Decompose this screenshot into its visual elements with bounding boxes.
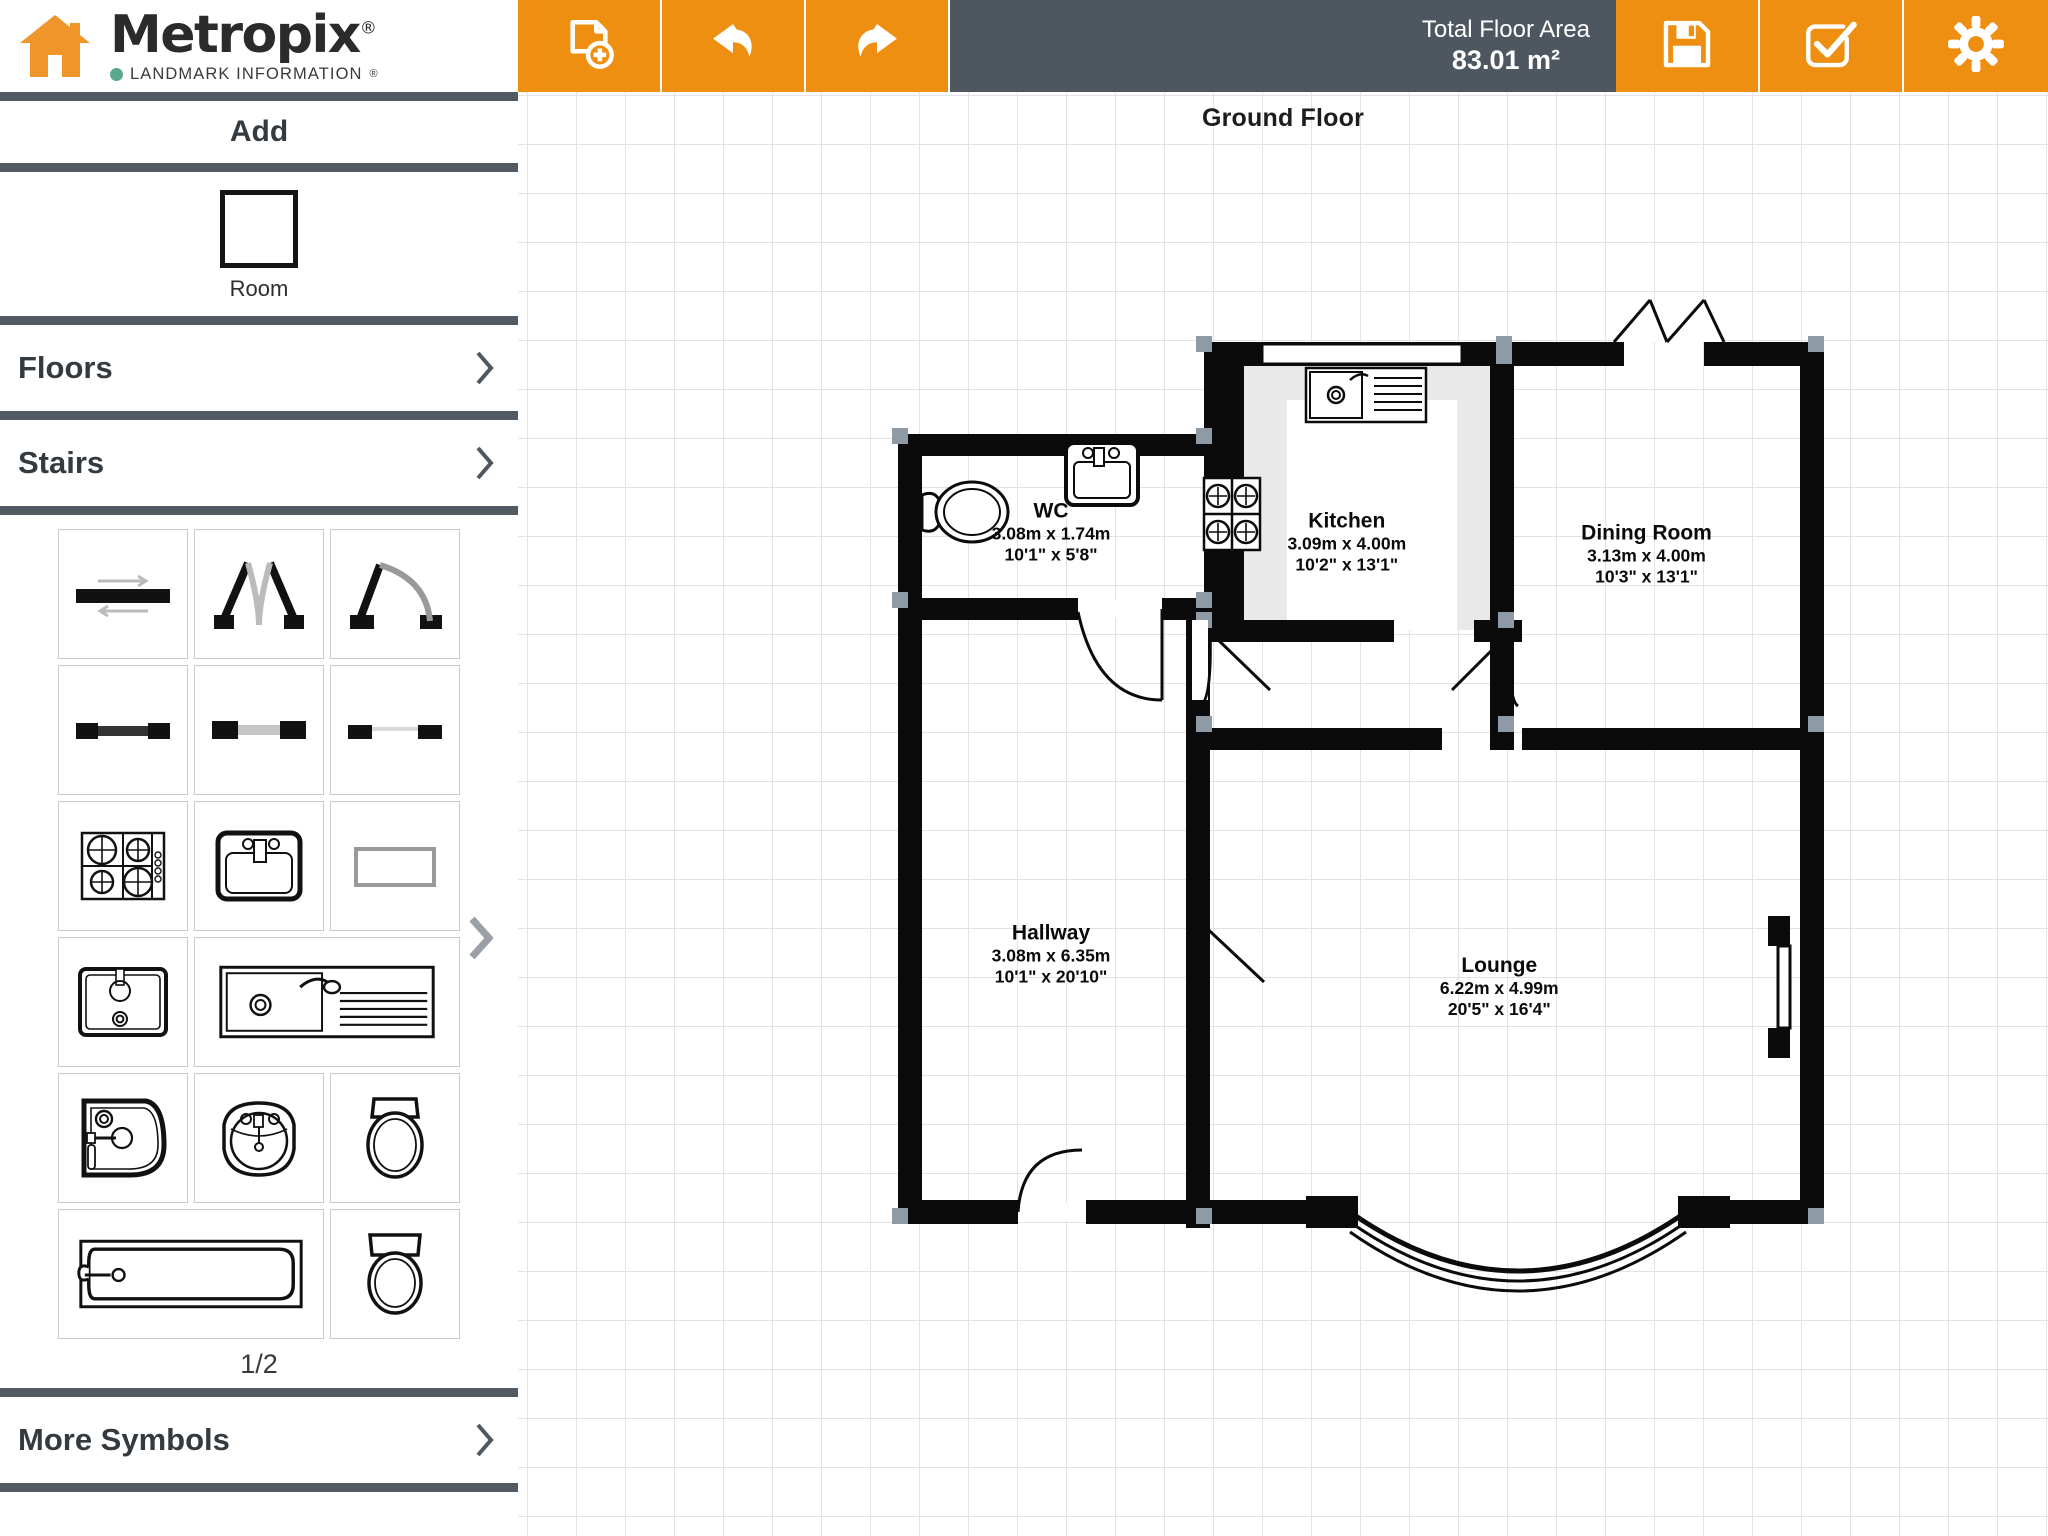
symbol-hob-cooker[interactable] (58, 801, 188, 931)
room-tool[interactable]: Room (0, 172, 518, 316)
symbol-toilet[interactable] (330, 1073, 460, 1203)
chevron-right-icon (476, 1423, 494, 1457)
floor-area-value: 83.01 m² (1451, 45, 1560, 76)
landmark-dot-icon (110, 67, 123, 81)
symbol-double-door[interactable] (194, 529, 324, 659)
undo-button[interactable] (662, 0, 806, 92)
room-name: Hallway (1012, 921, 1091, 944)
sidebar-item-floors[interactable]: Floors (0, 325, 518, 411)
done-button[interactable] (1760, 0, 1904, 92)
room-dimensions-metric: 3.08m x 6.35m (992, 945, 1111, 965)
undo-arrow-icon (704, 15, 762, 78)
room-name: Kitchen (1308, 510, 1385, 533)
redo-button[interactable] (806, 0, 950, 92)
symbol-bath[interactable] (58, 1209, 324, 1339)
room-dimensions-imperial: 20'5" x 16'4" (1448, 999, 1551, 1019)
symbol-shower-tray[interactable] (58, 937, 188, 1067)
palette-page-indicator: 1/2 (0, 1339, 518, 1388)
symbol-toilet-wc[interactable] (330, 1209, 460, 1339)
floor-area-panel: Total Floor Area 83.01 m² (950, 0, 1616, 92)
symbol-corner-shower[interactable] (58, 1073, 188, 1203)
symbol-table[interactable] (330, 801, 460, 931)
divider (0, 316, 518, 325)
divider (0, 1388, 518, 1397)
divider (0, 1483, 518, 1492)
symbol-sliding-door[interactable] (58, 529, 188, 659)
palette-next-page-button[interactable] (468, 915, 494, 961)
canvas-column: Total Floor Area 83.01 m² Ground Floor W… (518, 0, 2048, 1536)
floorplan-canvas[interactable]: Ground Floor WC 3.08m x 1.74m 10'1" x 5'… (518, 92, 2048, 1536)
brand-tagline: LANDMARK INFORMATION ® (110, 65, 379, 84)
symbol-window[interactable] (194, 665, 324, 795)
sidebar-item-floors-label: Floors (18, 350, 113, 385)
redo-arrow-icon (848, 15, 906, 78)
new-document-icon (560, 15, 618, 78)
symbol-palette (0, 515, 518, 1339)
gear-icon (1948, 15, 2004, 77)
room-square-icon[interactable] (220, 190, 298, 268)
divider (0, 506, 518, 515)
brand-header: Metropix® LANDMARK INFORMATION ® (0, 0, 518, 92)
door-swings (1016, 600, 1520, 1221)
symbol-sink[interactable] (194, 801, 324, 931)
room-dimensions-metric: 3.09m x 4.00m (1287, 534, 1406, 554)
top-toolbar: Total Floor Area 83.01 m² (518, 0, 2048, 92)
save-button[interactable] (1616, 0, 1760, 92)
room-dimensions-metric: 3.13m x 4.00m (1587, 545, 1706, 565)
divider (0, 92, 518, 101)
room-dimensions-imperial: 10'3" x 13'1" (1595, 566, 1698, 586)
symbol-wall-segment[interactable] (58, 665, 188, 795)
hob-fixture (1202, 476, 1262, 552)
symbol-opening[interactable] (330, 665, 460, 795)
room-tool-label: Room (229, 276, 289, 301)
room-dimensions-metric: 3.08m x 1.74m (992, 523, 1111, 543)
room-label[interactable]: Dining Room3.13m x 4.00m10'3" x 13'1" (1581, 521, 1712, 586)
bay-window (1348, 1209, 1688, 1293)
chevron-right-icon (476, 446, 494, 480)
kitchen-sink-fixture (1304, 366, 1428, 424)
room-label[interactable]: Hallway3.08m x 6.35m10'1" x 20'10" (992, 921, 1111, 986)
toolbar-right-group (1616, 0, 2048, 92)
sidebar-item-more-symbols-label: More Symbols (18, 1422, 230, 1457)
floor-area-label: Total Floor Area (1421, 15, 1590, 43)
checkbox-tick-icon (1803, 16, 1859, 77)
room-name: Lounge (1461, 954, 1537, 977)
brand-text: Metropix® LANDMARK INFORMATION ® (110, 8, 379, 84)
room-dimensions-imperial: 10'1" x 5'8" (1005, 544, 1098, 564)
symbol-kitchen-sink-drainer[interactable] (194, 937, 460, 1067)
washbasin-fixture (1064, 441, 1140, 507)
symbol-grid (0, 529, 518, 1339)
floppy-disk-icon (1659, 16, 1715, 77)
room-dimensions-imperial: 10'2" x 13'1" (1295, 555, 1398, 575)
room-dimensions-imperial: 10'1" x 20'10" (995, 966, 1108, 986)
sidebar-item-stairs-label: Stairs (18, 445, 105, 480)
divider (0, 411, 518, 420)
symbol-washbasin[interactable] (194, 1073, 324, 1203)
add-panel-header: Add (0, 101, 518, 163)
floor-area-block: Total Floor Area 83.01 m² (1422, 15, 1616, 77)
sidebar-item-more-symbols[interactable]: More Symbols (0, 1397, 518, 1483)
registered-mark: ® (359, 18, 377, 39)
symbol-single-door[interactable] (330, 529, 460, 659)
divider (0, 163, 518, 172)
room-name: WC (1034, 499, 1069, 522)
house-icon (18, 13, 92, 79)
room-label[interactable]: Lounge6.22m x 4.99m20'5" x 16'4" (1440, 954, 1559, 1019)
brand-name: Metropix® (110, 5, 377, 66)
left-sidebar: Metropix® LANDMARK INFORMATION ® Add Room… (0, 0, 518, 1536)
floorplan-drawing[interactable]: WC3.08m x 1.74m10'1" x 5'8" Kitchen3.09m … (518, 92, 2048, 1536)
fireplace-fixture (1768, 916, 1792, 1058)
room-name: Dining Room (1581, 521, 1712, 544)
sidebar-item-stairs[interactable]: Stairs (0, 420, 518, 506)
room-dimensions-metric: 6.22m x 4.99m (1440, 978, 1559, 998)
new-plan-button[interactable] (518, 0, 662, 92)
settings-button[interactable] (1904, 0, 2048, 92)
room-label[interactable]: WC3.08m x 1.74m10'1" x 5'8" (992, 499, 1111, 564)
brand-tagline-text: LANDMARK INFORMATION (130, 64, 363, 83)
chevron-right-icon (476, 351, 494, 385)
tagline-registered-mark: ® (369, 68, 379, 81)
app-root: Metropix® LANDMARK INFORMATION ® Add Room… (0, 0, 2048, 1536)
